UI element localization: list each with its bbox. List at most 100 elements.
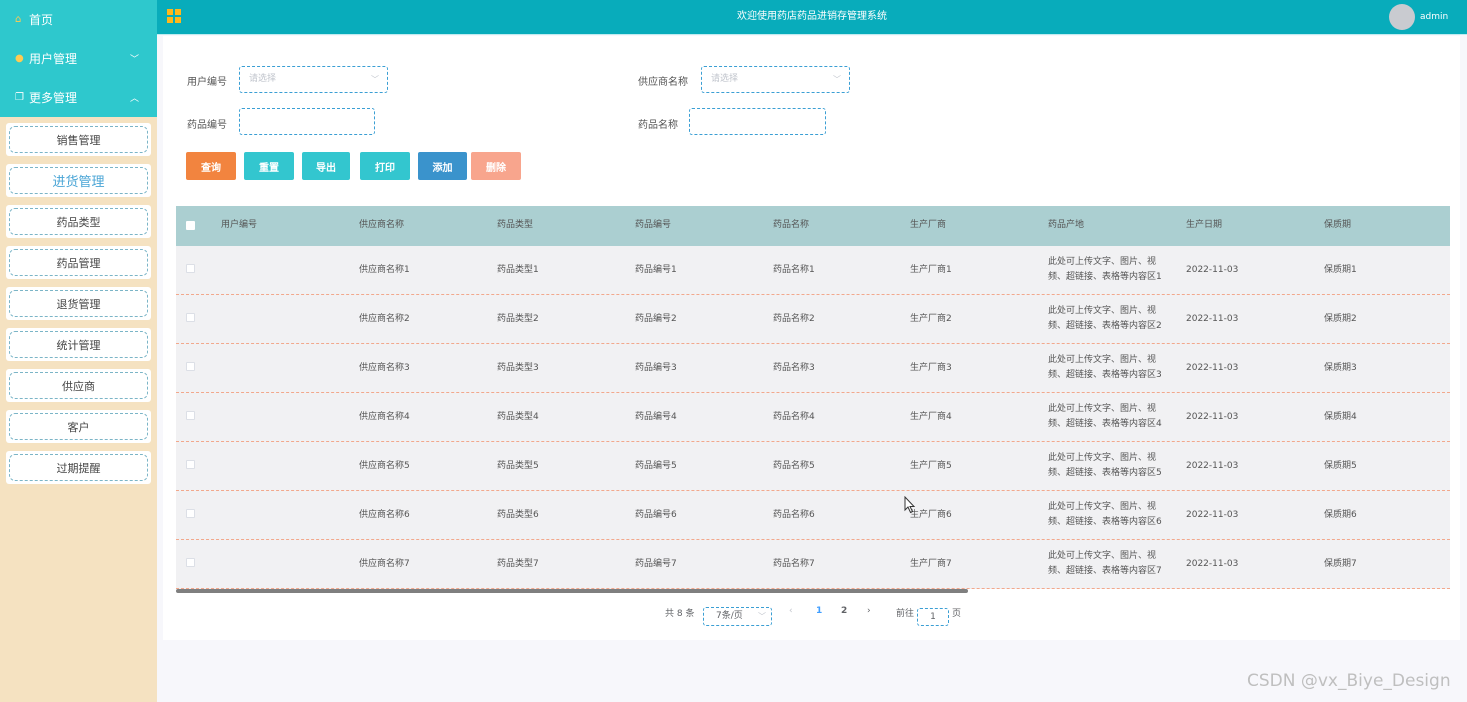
sidebar-item-returns[interactable]: 退货管理 xyxy=(6,287,151,320)
origin-line-2: 频、超链接、表格等内容区7 xyxy=(1048,566,1162,576)
col-drug-no[interactable]: 药品编号 xyxy=(635,206,671,245)
avatar[interactable] xyxy=(1389,4,1415,30)
supplier-select[interactable]: 请选择 ﹀ xyxy=(701,66,850,93)
origin-line-1: 此处可上传文字、图片、视 xyxy=(1048,502,1157,512)
table-row[interactable]: 供应商名称5 药品类型5 药品编号5 药品名称5 生产厂商5 此处可上传文字、图片、视 频、… xyxy=(176,442,1450,491)
page-1-button[interactable]: 1 xyxy=(816,606,822,616)
row-checkbox[interactable] xyxy=(186,509,195,518)
drug-name-input[interactable] xyxy=(689,108,826,135)
cell-production-date: 2022-11-03 xyxy=(1186,461,1239,471)
chevron-up-icon: ︿ xyxy=(130,94,140,104)
table-row[interactable]: 供应商名称6 药品类型6 药品编号6 药品名称6 生产厂商6 此处可上传文字、图片、视 频、… xyxy=(176,491,1450,540)
col-user-no[interactable]: 用户编号 xyxy=(221,206,257,245)
origin-line-2: 频、超链接、表格等内容区4 xyxy=(1048,419,1162,429)
sidebar-item-statistics[interactable]: 统计管理 xyxy=(6,328,151,361)
cell-manufacturer: 生产厂商6 xyxy=(910,510,952,520)
next-page-button[interactable]: › xyxy=(867,606,871,616)
origin-line-1: 此处可上传文字、图片、视 xyxy=(1048,404,1157,414)
cell-drug-type: 药品类型5 xyxy=(497,461,539,471)
origin-line-2: 频、超链接、表格等内容区6 xyxy=(1048,517,1162,527)
cell-drug-name: 药品名称2 xyxy=(773,314,815,324)
col-production-date[interactable]: 生产日期 xyxy=(1186,206,1222,245)
sidebar-item-drug[interactable]: 药品管理 xyxy=(6,246,151,279)
origin-line-1: 此处可上传文字、图片、视 xyxy=(1048,355,1157,365)
row-checkbox[interactable] xyxy=(186,362,195,371)
sidebar-submenu: 销售管理 进货管理 药品类型 药品管理 退货管理 统计管理 供应商 客户 过期提… xyxy=(0,117,157,484)
table-row[interactable]: 供应商名称3 药品类型3 药品编号3 药品名称3 生产厂商3 此处可上传文字、图片、视 频、… xyxy=(176,344,1450,393)
query-button[interactable]: 查询 xyxy=(186,152,236,180)
sidebar-top-menu: ⌂ 首页 ● 用户管理 ﹀ ❐ 更多管理 ︿ xyxy=(0,0,157,117)
cell-shelf-life: 保质期7 xyxy=(1324,559,1357,569)
content-panel: 用户编号 请选择 ﹀ 供应商名称 请选择 ﹀ 药品编号 药品名称 查询 重置 导… xyxy=(163,36,1460,640)
cell-drug-type: 药品类型2 xyxy=(497,314,539,324)
menu-item-more-management[interactable]: ❐ 更多管理 ︿ xyxy=(0,78,157,117)
cell-manufacturer: 生产厂商2 xyxy=(910,314,952,324)
cell-shelf-life: 保质期1 xyxy=(1324,265,1357,275)
cell-supplier: 供应商名称5 xyxy=(359,461,410,471)
cell-production-date: 2022-11-03 xyxy=(1186,559,1239,569)
cell-production-date: 2022-11-03 xyxy=(1186,363,1239,373)
print-button[interactable]: 打印 xyxy=(360,152,410,180)
cell-supplier: 供应商名称7 xyxy=(359,559,410,569)
page-2-button[interactable]: 2 xyxy=(841,606,847,616)
row-checkbox[interactable] xyxy=(186,313,195,322)
col-drug-type[interactable]: 药品类型 xyxy=(497,206,533,245)
cell-drug-name: 药品名称5 xyxy=(773,461,815,471)
user-name[interactable]: admin xyxy=(1420,0,1448,34)
drug-no-input[interactable] xyxy=(239,108,375,135)
col-shelf-life[interactable]: 保质期 xyxy=(1324,206,1351,245)
origin-line-1: 此处可上传文字、图片、视 xyxy=(1048,453,1157,463)
placeholder: 请选择 xyxy=(711,74,739,84)
cell-origin: 此处可上传文字、图片、视 频、超链接、表格等内容区3 xyxy=(1048,353,1162,383)
table-row[interactable]: 供应商名称4 药品类型4 药品编号4 药品名称4 生产厂商4 此处可上传文字、图片、视 频、… xyxy=(176,393,1450,442)
sidebar-item-drug-type[interactable]: 药品类型 xyxy=(6,205,151,238)
table-row[interactable]: 供应商名称7 药品类型7 药品编号7 药品名称7 生产厂商7 此处可上传文字、图片、视 频、… xyxy=(176,540,1450,589)
page-jump-input[interactable]: 1 xyxy=(917,608,949,626)
sidebar-item-sales[interactable]: 销售管理 xyxy=(6,123,151,156)
table-header: 用户编号 供应商名称 药品类型 药品编号 药品名称 生产厂商 药品产地 生产日期… xyxy=(176,206,1450,246)
reset-button[interactable]: 重置 xyxy=(244,152,294,180)
sidebar-item-supplier[interactable]: 供应商 xyxy=(6,369,151,402)
add-button[interactable]: 添加 xyxy=(418,152,467,180)
prev-page-button[interactable]: ‹ xyxy=(789,606,793,616)
menu-item-user-management[interactable]: ● 用户管理 ﹀ xyxy=(0,39,157,78)
watermark: CSDN @vx_Biye_Design xyxy=(1247,671,1451,691)
cell-shelf-life: 保质期3 xyxy=(1324,363,1357,373)
cell-drug-no: 药品编号6 xyxy=(635,510,677,520)
page-unit-label: 页 xyxy=(952,609,962,619)
cell-supplier: 供应商名称4 xyxy=(359,412,410,422)
sidebar-item-purchase[interactable]: 进货管理 xyxy=(6,164,151,197)
cell-drug-no: 药品编号7 xyxy=(635,559,677,569)
cell-production-date: 2022-11-03 xyxy=(1186,314,1239,324)
sidebar-item-expiry[interactable]: 过期提醒 xyxy=(6,451,151,484)
cell-shelf-life: 保质期6 xyxy=(1324,510,1357,520)
col-manufacturer[interactable]: 生产厂商 xyxy=(910,206,946,245)
row-checkbox[interactable] xyxy=(186,558,195,567)
col-origin[interactable]: 药品产地 xyxy=(1048,206,1084,245)
top-header: 欢迎使用药店药品进销存管理系统 admin xyxy=(157,0,1467,35)
menu-item-home[interactable]: ⌂ 首页 xyxy=(0,0,157,39)
sidebar-item-customer[interactable]: 客户 xyxy=(6,410,151,443)
row-checkbox[interactable] xyxy=(186,460,195,469)
cell-origin: 此处可上传文字、图片、视 频、超链接、表格等内容区2 xyxy=(1048,304,1162,334)
cell-supplier: 供应商名称6 xyxy=(359,510,410,520)
export-button[interactable]: 导出 xyxy=(302,152,350,180)
user-no-select[interactable]: 请选择 ﹀ xyxy=(239,66,388,93)
horizontal-scrollbar[interactable] xyxy=(176,589,968,593)
delete-button[interactable]: 删除 xyxy=(471,152,521,180)
page-size-select[interactable]: 7条/页 ﹀ xyxy=(703,607,772,626)
cell-supplier: 供应商名称2 xyxy=(359,314,410,324)
table-row[interactable]: 供应商名称2 药品类型2 药品编号2 药品名称2 生产厂商2 此处可上传文字、图片、视 频、… xyxy=(176,295,1450,344)
row-checkbox[interactable] xyxy=(186,264,195,273)
table-row[interactable]: 供应商名称1 药品类型1 药品编号1 药品名称1 生产厂商1 此处可上传文字、图片、视 频、… xyxy=(176,246,1450,295)
row-checkbox[interactable] xyxy=(186,411,195,420)
cell-manufacturer: 生产厂商5 xyxy=(910,461,952,471)
chevron-down-icon: ﹀ xyxy=(130,55,140,65)
cell-shelf-life: 保质期4 xyxy=(1324,412,1357,422)
goto-label: 前往 xyxy=(896,609,915,619)
cell-drug-name: 药品名称7 xyxy=(773,559,815,569)
col-drug-name[interactable]: 药品名称 xyxy=(773,206,809,245)
drug-name-label: 药品名称 xyxy=(638,120,678,131)
select-all-checkbox[interactable] xyxy=(186,221,195,230)
col-supplier[interactable]: 供应商名称 xyxy=(359,206,404,245)
